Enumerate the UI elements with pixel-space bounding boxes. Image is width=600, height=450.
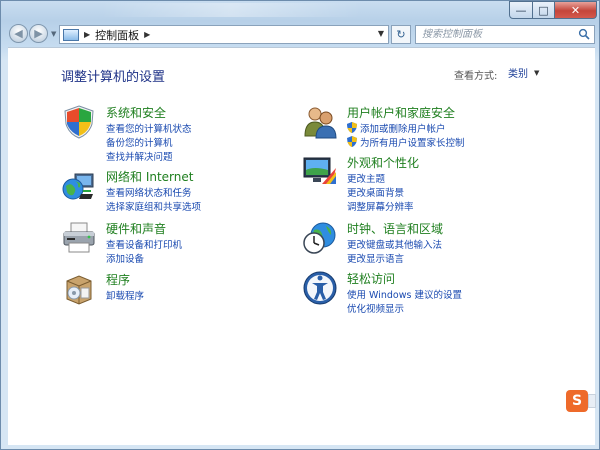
page-title: 调整计算机的设置 bbox=[61, 70, 166, 85]
clock-globe-icon bbox=[303, 222, 336, 254]
content-area: 调整计算机的设置 查看方式: 类别 ▼ 系统和安全 查看您的计算机状态 备份您的… bbox=[8, 47, 596, 445]
category-title[interactable]: 硬件和声音 bbox=[106, 220, 166, 237]
category-ease-of-access: 轻松访问 使用 Windows 建议的设置 优化视频显示 bbox=[302, 270, 562, 315]
monitor-paint-icon bbox=[303, 157, 336, 184]
uac-shield-icon bbox=[347, 122, 357, 133]
category-hardware-sound: 硬件和声音 查看设备和打印机 添加设备 bbox=[61, 220, 291, 265]
link-display-language[interactable]: 更改显示语言 bbox=[347, 251, 404, 265]
link-parental-controls[interactable]: 为所有用户设置家长控制 bbox=[347, 135, 465, 149]
refresh-button[interactable]: ↻ bbox=[391, 25, 411, 44]
link-screen-resolution[interactable]: 调整屏幕分辨率 bbox=[347, 199, 414, 213]
uac-shield-icon bbox=[347, 136, 357, 147]
title-bar-blur bbox=[101, 3, 361, 17]
sogou-ime-icon[interactable]: S bbox=[566, 390, 588, 412]
globe-network-icon bbox=[62, 173, 94, 200]
breadcrumb-control-panel[interactable]: 控制面板 bbox=[95, 27, 139, 43]
ime-toolbar-handle[interactable] bbox=[588, 394, 596, 408]
maximize-button[interactable]: □ bbox=[533, 1, 555, 19]
link-text[interactable]: 添加或删除用户帐户 bbox=[360, 124, 446, 135]
link-check-status[interactable]: 查看您的计算机状态 bbox=[106, 121, 192, 135]
search-icon[interactable] bbox=[578, 28, 590, 40]
navigation-bar: ◀ ▶ ▼ ▶ 控制面板 ▶ ▼ ↻ 搜索控制面板 bbox=[1, 21, 600, 47]
search-placeholder: 搜索控制面板 bbox=[422, 29, 482, 40]
link-backup[interactable]: 备份您的计算机 bbox=[106, 135, 173, 149]
window-buttons: — □ ✕ bbox=[509, 1, 597, 19]
link-devices-printers[interactable]: 查看设备和打印机 bbox=[106, 237, 182, 251]
breadcrumb-separator-2[interactable]: ▶ bbox=[144, 30, 150, 39]
category-title[interactable]: 轻松访问 bbox=[347, 270, 395, 287]
forward-button[interactable]: ▶ bbox=[29, 24, 48, 43]
category-title[interactable]: 用户帐户和家庭安全 bbox=[347, 104, 455, 121]
control-panel-window: — □ ✕ ◀ ▶ ▼ ▶ 控制面板 ▶ ▼ ↻ 搜索控制面板 调整计算机的设置… bbox=[0, 0, 600, 450]
ease-of-access-icon bbox=[303, 271, 337, 305]
breadcrumb-separator[interactable]: ▶ bbox=[84, 30, 90, 39]
category-user-accounts: 用户帐户和家庭安全 添加或删除用户帐户 为所有用户设置家长控制 bbox=[302, 104, 562, 149]
recent-pages-dropdown[interactable]: ▼ bbox=[51, 30, 56, 38]
category-programs: 程序 卸载程序 bbox=[61, 271, 291, 309]
view-by-value: 类别 bbox=[508, 69, 528, 80]
minimize-button[interactable]: — bbox=[509, 1, 533, 19]
address-bar[interactable]: ▶ 控制面板 ▶ ▼ bbox=[59, 25, 389, 44]
category-title[interactable]: 网络和 Internet bbox=[106, 168, 193, 185]
category-appearance: 外观和个性化 更改主题 更改桌面背景 调整屏幕分辨率 bbox=[302, 154, 562, 214]
link-add-device[interactable]: 添加设备 bbox=[106, 251, 144, 265]
link-troubleshoot[interactable]: 查找并解决问题 bbox=[106, 149, 173, 163]
category-title[interactable]: 时钟、语言和区域 bbox=[347, 220, 443, 237]
link-recommended-settings[interactable]: 使用 Windows 建议的设置 bbox=[347, 287, 462, 301]
address-dropdown-icon[interactable]: ▼ bbox=[378, 29, 384, 38]
link-add-remove-accounts[interactable]: 添加或删除用户帐户 bbox=[347, 121, 446, 135]
category-title[interactable]: 系统和安全 bbox=[106, 104, 166, 121]
category-title[interactable]: 外观和个性化 bbox=[347, 154, 419, 171]
link-network-status[interactable]: 查看网络状态和任务 bbox=[106, 185, 192, 199]
link-optimize-video[interactable]: 优化视频显示 bbox=[347, 301, 404, 315]
close-button[interactable]: ✕ bbox=[555, 1, 597, 19]
category-clock-language: 时钟、语言和区域 更改键盘或其他输入法 更改显示语言 bbox=[302, 220, 562, 265]
link-text[interactable]: 为所有用户设置家长控制 bbox=[360, 138, 465, 149]
link-desktop-background[interactable]: 更改桌面背景 bbox=[347, 185, 404, 199]
category-network-internet: 网络和 Internet 查看网络状态和任务 选择家庭组和共享选项 bbox=[61, 168, 291, 213]
category-title[interactable]: 程序 bbox=[106, 271, 130, 288]
printer-icon bbox=[63, 222, 95, 253]
title-bar[interactable]: — □ ✕ bbox=[1, 1, 600, 21]
link-uninstall[interactable]: 卸载程序 bbox=[106, 288, 144, 302]
chevron-down-icon: ▼ bbox=[534, 68, 540, 77]
shield-icon bbox=[64, 105, 94, 139]
back-button[interactable]: ◀ bbox=[9, 24, 28, 43]
link-change-theme[interactable]: 更改主题 bbox=[347, 171, 385, 185]
search-input[interactable]: 搜索控制面板 bbox=[415, 25, 595, 44]
category-system-security: 系统和安全 查看您的计算机状态 备份您的计算机 查找并解决问题 bbox=[61, 104, 291, 164]
link-keyboard-input[interactable]: 更改键盘或其他输入法 bbox=[347, 237, 442, 251]
programs-box-icon bbox=[66, 275, 92, 305]
view-by-label: 查看方式: bbox=[454, 71, 498, 82]
view-by-dropdown[interactable]: 类别 ▼ bbox=[502, 64, 544, 81]
link-homegroup[interactable]: 选择家庭组和共享选项 bbox=[106, 199, 201, 213]
control-panel-icon bbox=[63, 28, 79, 41]
users-icon bbox=[304, 107, 337, 139]
